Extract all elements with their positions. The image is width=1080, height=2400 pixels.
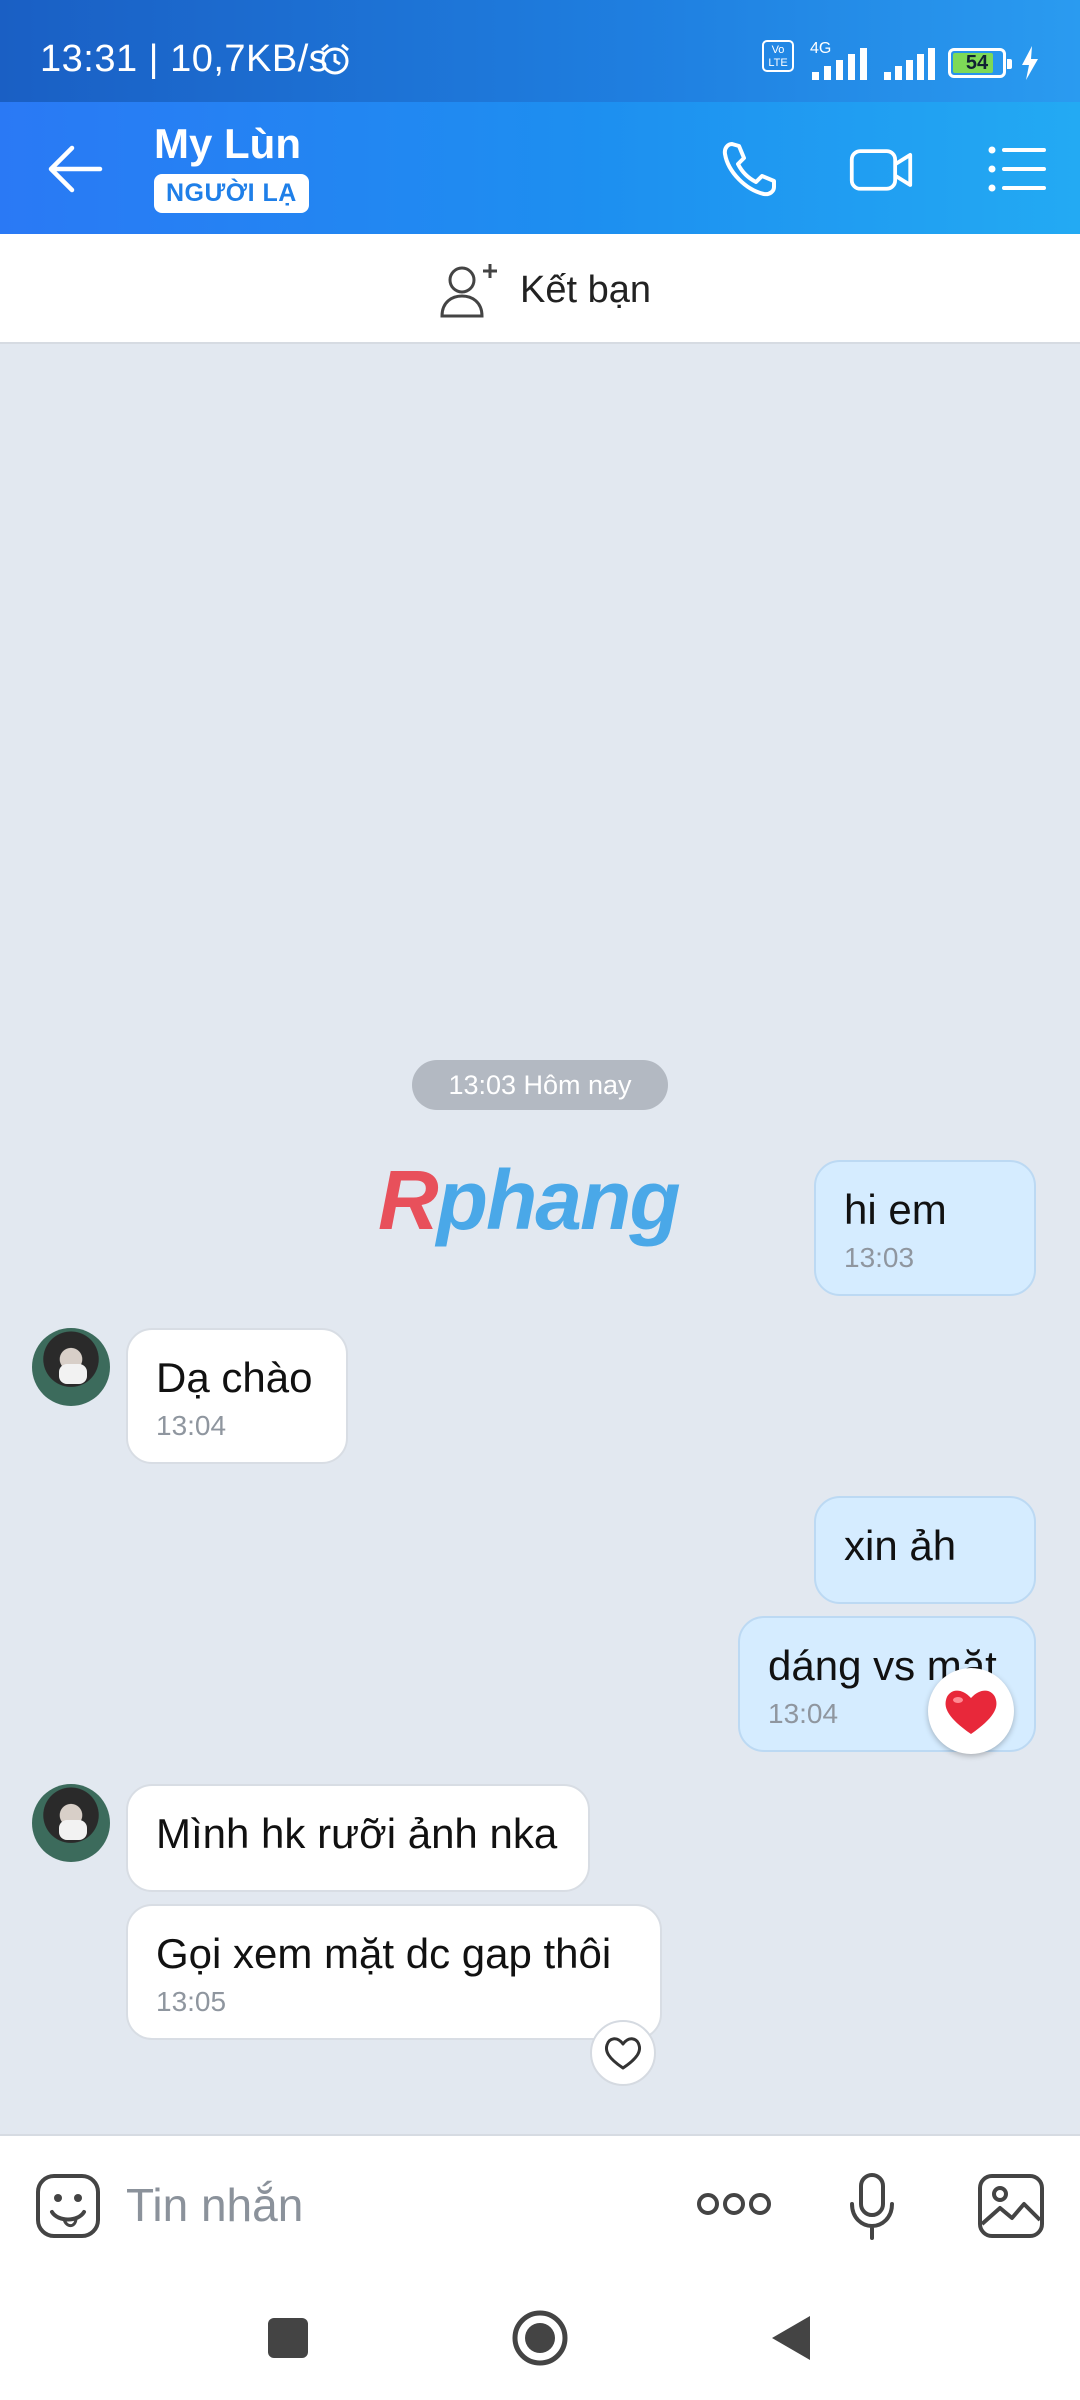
chat-header: My Lùn NGƯỜI LẠ [0, 102, 1080, 234]
react-button[interactable] [590, 2020, 656, 2086]
back-arrow-icon[interactable] [44, 138, 106, 200]
heart-reaction[interactable] [928, 1668, 1014, 1754]
stranger-badge: NGƯỜI LẠ [154, 174, 309, 213]
chat-area[interactable]: 13:03 Hôm nay Rphang hi em 13:03 Dạ chào… [0, 344, 1080, 2134]
phone-icon[interactable] [718, 136, 784, 202]
back-button[interactable] [766, 2312, 814, 2364]
alarm-icon [321, 43, 349, 75]
add-friend-label: Kết bạn [520, 268, 651, 311]
battery-icon: 54 [948, 48, 1012, 78]
more-options-icon[interactable] [696, 2186, 772, 2222]
signal-icon-1 [812, 48, 867, 80]
message-time: 13:05 [156, 1986, 227, 2017]
video-call-icon[interactable] [848, 136, 914, 202]
status-bar: 13:31 | 10,7KB/s Vo LTE 4G 54 [0, 0, 1080, 102]
date-divider: 13:03 Hôm nay [412, 1060, 668, 1110]
message-text: Gọi xem mặt dc gap thôi [156, 1930, 612, 1977]
message-input-bar: Tin nhắn [0, 2134, 1080, 2272]
image-gallery-icon[interactable] [976, 2172, 1046, 2240]
message-bubble-outgoing[interactable]: xin ảh [814, 1496, 1036, 1604]
message-bubble-incoming[interactable]: Mình hk rưỡi ảnh nka [126, 1784, 590, 1892]
message-text: xin ảh [844, 1522, 957, 1569]
menu-icon[interactable] [984, 136, 1050, 202]
system-nav-bar [0, 2272, 1080, 2400]
volte-icon: Vo LTE [762, 40, 794, 72]
recents-button[interactable] [268, 2318, 308, 2358]
watermark-logo: Rphang [378, 1153, 681, 1247]
message-time: 13:03 [844, 1242, 915, 1273]
message-text: Mình hk rưỡi ảnh nka [156, 1810, 558, 1857]
status-time: 13:31 | 10,7KB/s [40, 38, 329, 80]
contact-avatar[interactable] [32, 1328, 110, 1406]
message-bubble-outgoing[interactable]: hi em 13:03 [814, 1160, 1036, 1296]
message-bubble-incoming[interactable]: Gọi xem mặt dc gap thôi 13:05 [126, 1904, 662, 2040]
add-friend-icon [440, 264, 497, 318]
signal-icon-2 [884, 48, 935, 80]
message-time: 13:04 [156, 1410, 227, 1441]
home-button[interactable] [510, 2308, 570, 2368]
add-friend-bar[interactable]: Kết bạn [0, 234, 1080, 344]
message-bubble-incoming[interactable]: Dạ chào 13:04 [126, 1328, 348, 1464]
message-input[interactable]: Tin nhắn [126, 2178, 303, 2232]
message-text: hi em [844, 1186, 947, 1233]
charging-icon [1022, 46, 1038, 80]
contact-name[interactable]: My Lùn [154, 120, 301, 168]
microphone-icon[interactable] [844, 2172, 900, 2240]
message-text: Dạ chào [156, 1354, 313, 1401]
heart-icon [945, 1690, 997, 1734]
contact-avatar[interactable] [32, 1784, 110, 1862]
sticker-icon[interactable] [34, 2172, 102, 2240]
heart-outline-icon [604, 2037, 642, 2070]
